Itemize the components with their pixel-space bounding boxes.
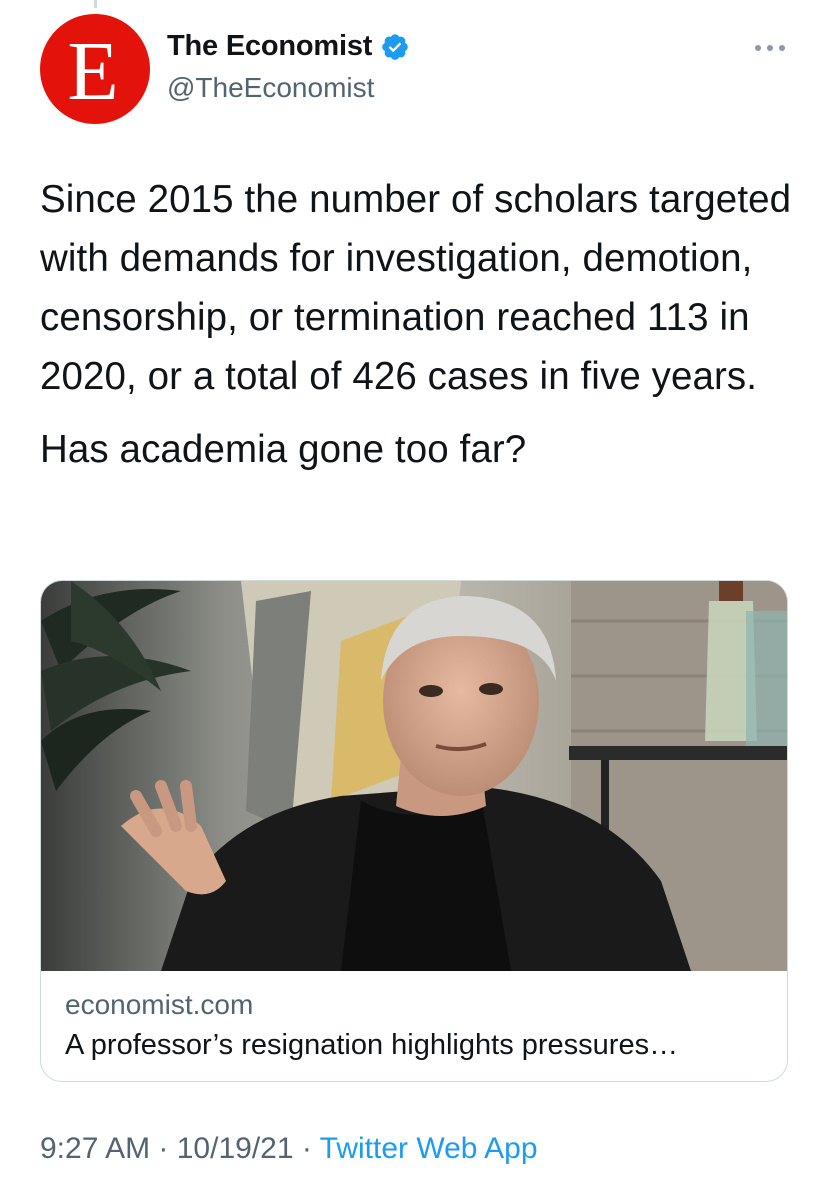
tweet-metadata: 9:27 AM · 10/19/21 · Twitter Web App [40, 1132, 538, 1166]
meta-separator: · [150, 1132, 177, 1165]
tweet-source-link[interactable]: Twitter Web App [320, 1132, 538, 1165]
link-preview-card[interactable]: economist.com A professor’s resignation … [40, 580, 788, 1082]
verified-badge-icon [382, 33, 409, 60]
author-name-row[interactable]: The Economist [167, 30, 410, 63]
card-title[interactable]: A professor’s resignation highlights pre… [65, 1029, 765, 1062]
meta-separator: · [293, 1132, 320, 1165]
more-horizontal-icon[interactable] [755, 36, 785, 60]
author-handle[interactable]: @TheEconomist [167, 72, 374, 104]
more-dot [755, 45, 761, 51]
avatar-logo-letter: E [67, 25, 119, 118]
card-domain: economist.com [65, 989, 254, 1020]
author-display-name[interactable]: The Economist [167, 30, 372, 63]
avatar[interactable]: E [40, 14, 150, 124]
more-dot [767, 45, 773, 51]
photo-icon[interactable] [41, 581, 787, 971]
tweet-question: Has academia gone too far? [40, 428, 527, 471]
tweet-time[interactable]: 9:27 AM [40, 1132, 150, 1165]
thread-connector-line [94, 0, 97, 8]
tweet-date[interactable]: 10/19/21 [177, 1132, 294, 1165]
more-dot [779, 45, 785, 51]
tweet-text: Since 2015 the number of scholars target… [40, 178, 792, 398]
tweet-body: Since 2015 the number of scholars target… [40, 170, 800, 479]
